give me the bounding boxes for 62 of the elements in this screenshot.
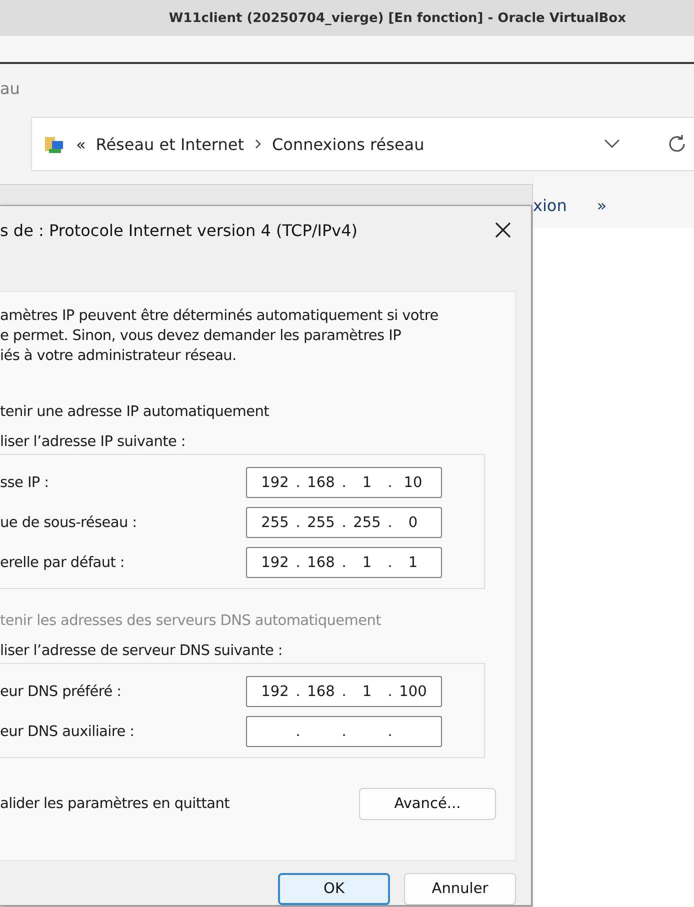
field-label: eur DNS préféré : <box>0 684 122 700</box>
octet: 1 <box>407 554 419 570</box>
intro-text: amètres IP peuvent être déterminés automatiquement si votre e permet. Sinon, vous devez demander les paramètres IP iés à votre administrateur réseau. <box>0 307 440 366</box>
window-title: W11client (20250704_vierge) [En fonction] - Oracle VirtualBox <box>0 0 694 36</box>
field-label: erelle par défaut : <box>0 554 125 570</box>
octet-separator: . <box>340 554 348 570</box>
ip-address-field[interactable]: 192 . 168 . 1 . 10 <box>246 467 442 498</box>
address-bar[interactable]: « Réseau et Internet Connexions réseau <box>31 117 694 171</box>
octet-separator: . <box>386 684 394 700</box>
field-label: ue de sous-réseau : <box>0 514 137 530</box>
chevron-down-icon[interactable] <box>604 139 620 149</box>
radio-option[interactable]: tenir une adresse IP automatiquement <box>0 400 515 424</box>
octet-separator: . <box>386 474 394 490</box>
octet: 10 <box>402 474 424 490</box>
octet-separator: . <box>386 724 394 740</box>
octet-separator: . <box>340 474 348 490</box>
octet: 100 <box>398 684 428 700</box>
breadcrumb-overflow[interactable]: « <box>76 134 86 154</box>
ip-address-field[interactable]: 255 . 255 . 255 . 0 <box>246 507 442 538</box>
octet-separator: . <box>294 474 302 490</box>
octet-separator: . <box>386 554 394 570</box>
octet: 1 <box>361 554 373 570</box>
more-button[interactable]: » <box>596 196 607 214</box>
breadcrumb-item[interactable]: Connexions réseau <box>272 134 424 154</box>
ip-address-field[interactable]: 192 . 168 . 1 . 1 <box>246 547 442 578</box>
cancel-button[interactable]: Annuler <box>404 873 516 905</box>
octet-separator: . <box>294 684 302 700</box>
octet-separator: . <box>340 514 348 530</box>
octet: 192 <box>260 684 290 700</box>
octet: 168 <box>306 554 336 570</box>
field-label: sse IP : <box>0 474 49 490</box>
octet: 255 <box>260 514 290 530</box>
window-title: au <box>0 78 20 98</box>
octet-separator: . <box>294 724 302 740</box>
close-icon[interactable] <box>495 222 511 238</box>
dialog-title: s de : Protocole Internet version 4 (TCP/IPv4) <box>0 220 358 240</box>
field-label: eur DNS auxiliaire : <box>0 724 134 740</box>
ip-address-field[interactable]: . . . <box>246 716 442 747</box>
refresh-icon[interactable] <box>666 133 688 155</box>
octet-separator: . <box>340 684 348 700</box>
octet: 168 <box>306 474 336 490</box>
octet: 1 <box>361 684 373 700</box>
chevron-right-icon <box>254 138 262 150</box>
octet: 168 <box>306 684 336 700</box>
octet: 255 <box>352 514 382 530</box>
octet-separator: . <box>294 554 302 570</box>
radio-option[interactable]: liser l’adresse de serveur DNS suivante : <box>0 639 515 663</box>
ip-address-field[interactable]: 192 . 168 . 1 . 100 <box>246 676 442 707</box>
advanced-button[interactable]: Avancé... <box>359 788 496 820</box>
octet: 192 <box>260 474 290 490</box>
octet: 192 <box>260 554 290 570</box>
octet: 0 <box>407 514 419 530</box>
ok-button[interactable]: OK <box>278 873 390 905</box>
breadcrumb-item[interactable]: Réseau et Internet <box>96 134 244 154</box>
octet-separator: . <box>340 724 348 740</box>
checkbox-label[interactable]: alider les paramètres en quittant <box>0 796 230 812</box>
octet-separator: . <box>294 514 302 530</box>
radio-option[interactable]: liser l’adresse IP suivante : <box>0 430 515 454</box>
toolbar-item[interactable]: xion <box>533 196 567 214</box>
octet: 255 <box>306 514 336 530</box>
octet-separator: . <box>386 514 394 530</box>
octet: 1 <box>361 474 373 490</box>
